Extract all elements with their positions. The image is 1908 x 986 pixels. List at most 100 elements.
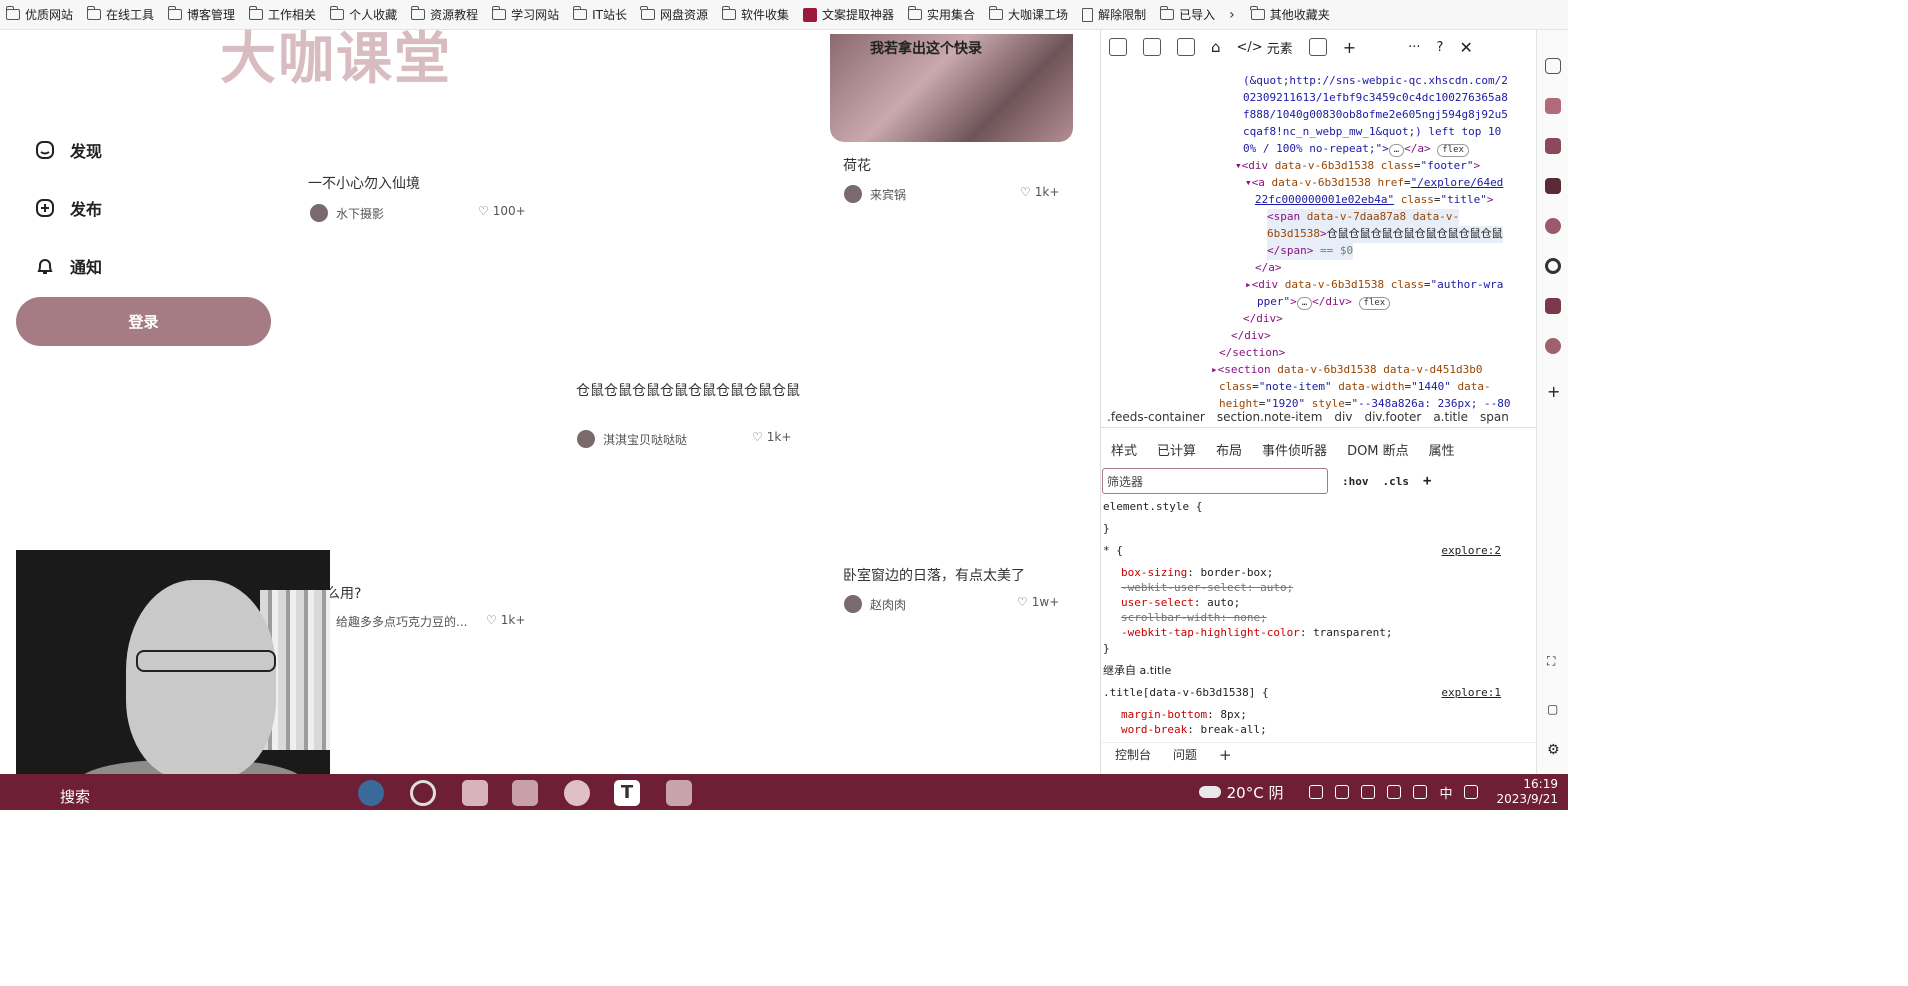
home-icon[interactable]: ⌂ (1211, 38, 1221, 56)
note-author[interactable]: 淇淇宝贝哒哒哒 (577, 430, 687, 448)
tray-icon[interactable] (1309, 785, 1324, 799)
style-prop-disabled[interactable]: scrollbar-width: none; (1121, 611, 1267, 625)
tray-icon[interactable] (1335, 785, 1350, 799)
bookmark-other[interactable]: 其他收藏夹 (1250, 6, 1330, 23)
app-icon[interactable] (1545, 98, 1561, 114)
app-icon[interactable] (1545, 338, 1561, 354)
breadcrumb-item[interactable]: div.footer (1364, 410, 1421, 427)
bookmark-item[interactable]: 学习网站 (491, 6, 559, 23)
device-icon[interactable] (1143, 38, 1161, 56)
style-prop[interactable]: margin-bottom: 8px; (1121, 708, 1247, 722)
login-button[interactable]: 登录 (16, 297, 271, 346)
screenshot-icon[interactable]: ⛶ (1547, 654, 1555, 669)
nav-notifications[interactable]: 通知 (34, 254, 102, 278)
dom-line[interactable]: f888/1040g00830ob8ofme2e605ngj594g8j92u5 (1243, 107, 1508, 124)
source-link[interactable]: explore:2 (1441, 544, 1501, 557)
tab-elements[interactable]: </> 元素 (1237, 38, 1293, 57)
ime-indicator[interactable]: 中 (1439, 783, 1452, 802)
nav-discover[interactable]: 发现 (34, 138, 102, 162)
bookmark-item[interactable]: 软件收集 (721, 6, 789, 23)
breadcrumb-item[interactable]: div (1334, 410, 1352, 427)
app-icon[interactable] (1545, 178, 1561, 194)
dom-line[interactable]: ▾<div data-v-6b3d1538 class="footer"> (1235, 158, 1480, 175)
dom-line[interactable]: </div> (1243, 311, 1283, 328)
bookmark-item[interactable]: 网盘资源 (640, 6, 708, 23)
window-icon[interactable]: ▢ (1547, 702, 1558, 716)
dom-line[interactable]: class="note-item" data-width="1440" data… (1219, 379, 1491, 396)
bookmark-item[interactable]: 实用集合 (907, 6, 975, 23)
chrome-icon[interactable] (410, 780, 436, 806)
tab-issues[interactable]: 问题 (1173, 746, 1197, 763)
gear-icon[interactable]: ⚙ (1547, 742, 1560, 758)
dom-line[interactable]: ▸<section data-v-6b3d1538 data-v-d451d3b… (1211, 362, 1483, 379)
dom-line[interactable]: 0% / 100% no-repeat;">… </a> flex (1243, 141, 1469, 158)
app-icon[interactable] (564, 780, 590, 806)
breadcrumb-item[interactable]: .feeds-container (1107, 410, 1205, 427)
app-icon[interactable] (1545, 298, 1561, 314)
styles-subtab[interactable]: 布局 (1216, 440, 1242, 459)
app-icon[interactable] (358, 780, 384, 806)
sidebar-toggle-icon[interactable] (1177, 38, 1195, 56)
send-icon[interactable] (1545, 138, 1561, 154)
style-rule[interactable]: * { (1103, 544, 1123, 558)
app-icon[interactable] (1545, 258, 1561, 274)
style-prop[interactable]: box-sizing: border-box; (1121, 566, 1273, 580)
add-icon[interactable]: + (1547, 382, 1560, 401)
note-title[interactable]: 一不小心勿入仙境 (308, 174, 420, 194)
styles-subtab[interactable]: 事件侦听器 (1262, 440, 1327, 459)
style-prop[interactable]: word-break: break-all; (1121, 723, 1267, 737)
style-prop-disabled[interactable]: -webkit-user-select: auto; (1121, 581, 1293, 595)
note-title[interactable]: 卧室窗边的日落，有点太美了 (843, 566, 1025, 586)
note-author[interactable]: 赵肉肉 (844, 595, 906, 613)
note-title[interactable]: 么用? (326, 584, 361, 604)
help-icon[interactable]: ? (1437, 40, 1444, 55)
like-button[interactable]: ♡ 1w+ (1017, 595, 1059, 609)
dom-line-selected[interactable]: <span data-v-7daa87a8 data-v- (1267, 209, 1460, 226)
like-button[interactable]: ♡ 1k+ (752, 430, 791, 444)
weather-widget[interactable]: 20°C 阴 (1198, 782, 1283, 803)
taskbar-search[interactable]: 搜索 (60, 786, 90, 807)
style-prop[interactable]: user-select: auto; (1121, 596, 1240, 610)
close-icon[interactable]: ✕ (1459, 38, 1472, 57)
bookmark-item[interactable]: 文案提取神器 (803, 6, 894, 23)
inspect-icon[interactable] (1109, 38, 1127, 56)
bookmark-item[interactable]: 已导入 (1159, 6, 1215, 23)
breadcrumb-item[interactable]: section.note-item (1217, 410, 1323, 427)
tab-console[interactable]: 控制台 (1115, 746, 1151, 763)
tray-icon[interactable] (1361, 785, 1376, 799)
styles-subtab[interactable]: 已计算 (1157, 440, 1196, 459)
site-logo[interactable]: 大咖课堂 (220, 14, 452, 95)
typora-icon[interactable]: T (614, 780, 640, 806)
style-prop[interactable]: -webkit-tap-highlight-color: transparent… (1121, 626, 1393, 640)
styles-subtab[interactable]: 属性 (1429, 440, 1455, 459)
volume-icon[interactable] (1413, 785, 1428, 799)
folder-icon[interactable] (666, 780, 692, 806)
like-button[interactable]: ♡ 100+ (478, 204, 526, 218)
bookmark-item[interactable]: 优质网站 (5, 6, 73, 23)
breadcrumb-item[interactable]: a.title (1433, 410, 1468, 427)
tray-icon[interactable] (1464, 785, 1479, 799)
toolbar-icon[interactable] (1545, 58, 1561, 74)
chevron-right-icon[interactable]: › (1229, 7, 1235, 23)
dom-line[interactable]: </div> (1231, 328, 1271, 345)
nav-publish[interactable]: 发布 (34, 196, 102, 220)
note-title[interactable]: 仓鼠仓鼠仓鼠仓鼠仓鼠仓鼠仓鼠仓鼠 (576, 381, 806, 401)
styles-subtab[interactable]: 样式 (1111, 440, 1137, 459)
bookmark-item[interactable]: 在线工具 (86, 6, 154, 23)
note-cover-image[interactable]: 我若拿出这个快录 (830, 34, 1073, 142)
dom-line-selected[interactable]: 6b3d1538>仓鼠仓鼠仓鼠仓鼠仓鼠仓鼠仓鼠仓鼠 (1267, 226, 1503, 243)
style-rule[interactable]: .title[data-v-6b3d1538] { (1103, 686, 1269, 700)
app-icon[interactable] (462, 780, 488, 806)
like-button[interactable]: ♡ 1k+ (486, 613, 525, 627)
breadcrumb-item[interactable]: span (1480, 410, 1509, 427)
dom-line[interactable]: (&quot;http://sns-webpic-qc.xhscdn.com/2 (1243, 73, 1508, 90)
dom-line[interactable]: 02309211613/1efbf9c3459c0c4dc100276365a8 (1243, 90, 1508, 107)
dom-line[interactable]: ▸<div data-v-6b3d1538 class="author-wra (1245, 277, 1503, 294)
dom-line-selected[interactable]: </span> == $0 (1267, 243, 1354, 260)
note-author[interactable]: 来宾锅 (844, 185, 906, 203)
add-rule-icon[interactable]: + (1423, 473, 1431, 489)
network-icon[interactable] (1387, 785, 1402, 799)
app-icon[interactable] (512, 780, 538, 806)
like-button[interactable]: ♡ 1k+ (1020, 185, 1059, 199)
dom-line[interactable]: 22fc000000001e02eb4a" class="title"> (1255, 192, 1493, 209)
